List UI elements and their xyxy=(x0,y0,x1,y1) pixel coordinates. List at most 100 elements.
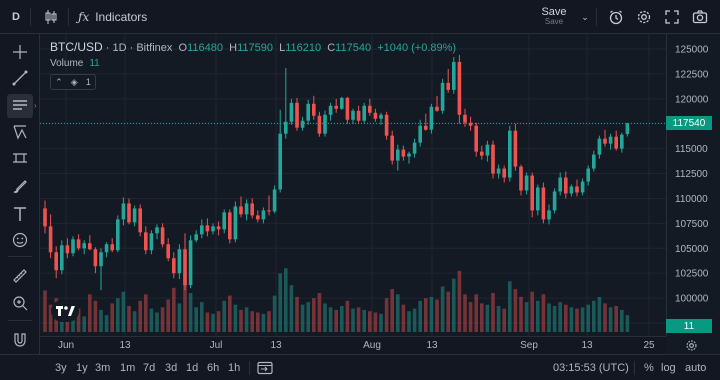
toolbar-divider xyxy=(30,8,31,26)
go-to-date-icon[interactable] xyxy=(257,361,273,375)
measure-tool[interactable] xyxy=(7,264,33,288)
candle xyxy=(272,185,277,214)
volume-label[interactable]: Volume xyxy=(50,58,83,69)
zoom-in-tool[interactable] xyxy=(7,291,33,315)
range-6h-button[interactable]: 6h xyxy=(207,362,219,374)
volume-bar xyxy=(368,311,372,332)
price-tick-label: 115000 xyxy=(675,144,708,155)
candle-body xyxy=(496,168,501,174)
auto-scale-button[interactable]: auto xyxy=(685,362,706,374)
symbol-search-button[interactable]: D xyxy=(6,0,26,34)
candle xyxy=(306,99,310,125)
legend-open-key: O xyxy=(178,42,188,54)
log-scale-button[interactable]: log xyxy=(661,362,676,374)
range-1m-button[interactable]: 1m xyxy=(120,362,135,374)
candle-body xyxy=(272,189,277,212)
text-tool[interactable] xyxy=(7,202,33,226)
camera-icon xyxy=(692,10,708,24)
volume-bar xyxy=(267,311,271,332)
percent-scale-button[interactable]: % xyxy=(644,362,654,374)
emoji-tool[interactable] xyxy=(7,228,33,252)
candle-body xyxy=(446,82,450,90)
candle-body xyxy=(110,244,114,251)
volume-bar xyxy=(261,313,266,332)
volume-legend: Volume 11 xyxy=(50,58,100,69)
candle-body xyxy=(289,102,294,122)
prediction-tool[interactable] xyxy=(7,146,33,170)
fullscreen-button[interactable] xyxy=(658,0,686,34)
candle xyxy=(188,235,193,289)
save-sublabel: Save xyxy=(544,17,564,26)
candle-body xyxy=(401,149,406,157)
time-axis[interactable]: Jun 13 Jul 13 Aug 13 Sep 13 25 xyxy=(40,336,666,354)
crosshair-tool[interactable] xyxy=(7,40,33,64)
trend-line-tool[interactable] xyxy=(7,66,33,90)
indicators-collapse-toggle[interactable]: ⌃ ◈ 1 xyxy=(50,74,96,90)
candle-body xyxy=(429,106,434,130)
volume-bar xyxy=(407,311,411,332)
volume-bar xyxy=(127,306,131,332)
fullscreen-icon xyxy=(665,10,679,24)
volume-bar xyxy=(205,312,210,332)
volume-bar xyxy=(440,286,445,332)
snapshot-button[interactable] xyxy=(686,0,714,34)
chart-type-button[interactable] xyxy=(40,0,62,34)
candle-body xyxy=(345,97,350,120)
toolbar-divider xyxy=(249,361,250,375)
legend-symbol[interactable]: BTC/USD xyxy=(50,40,103,54)
range-7d-button[interactable]: 7d xyxy=(143,362,155,374)
candle xyxy=(457,54,462,124)
indicators-button[interactable]: ƒx Indicators xyxy=(78,0,158,34)
candle xyxy=(43,200,47,234)
candle xyxy=(390,130,394,165)
magnet-tool[interactable] xyxy=(7,328,33,352)
tradingview-logo[interactable] xyxy=(51,300,79,322)
candle-body xyxy=(485,144,490,156)
chevron-right-icon[interactable]: › xyxy=(34,101,37,110)
settings-button[interactable] xyxy=(630,0,658,34)
volume-bar xyxy=(508,281,512,332)
candle xyxy=(144,226,148,255)
alert-button[interactable] xyxy=(602,0,630,34)
chart-pane[interactable] xyxy=(40,34,666,336)
candle-body xyxy=(132,208,137,223)
range-3m-button[interactable]: 3m xyxy=(95,362,110,374)
volume-bar xyxy=(373,312,378,332)
save-label: Save xyxy=(541,6,567,18)
save-menu-button[interactable]: ⌄ xyxy=(578,0,592,34)
candle-body xyxy=(239,206,243,215)
volume-bar xyxy=(424,298,428,332)
save-button[interactable]: Save Save xyxy=(532,0,576,34)
price-scale[interactable]: 1250001225001200001175001150001125001100… xyxy=(666,34,720,336)
range-3y-button[interactable]: 3y xyxy=(55,362,67,374)
candle-body xyxy=(65,245,70,254)
candle xyxy=(110,238,114,253)
volume-bar xyxy=(323,303,327,332)
volume-bar xyxy=(356,307,361,332)
axis-settings-button[interactable] xyxy=(682,336,700,354)
volume-bar xyxy=(317,293,322,332)
candle-body xyxy=(60,245,64,271)
range-1y-button[interactable]: 1y xyxy=(76,362,88,374)
volume-bar xyxy=(200,302,204,332)
candle xyxy=(625,122,630,137)
fib-tool[interactable] xyxy=(7,94,33,118)
volume-bar xyxy=(468,302,473,332)
brush-tool[interactable] xyxy=(7,174,33,198)
volume-bar xyxy=(188,293,193,332)
candle-body xyxy=(435,106,439,111)
volume-bar xyxy=(608,307,613,332)
pattern-tool[interactable] xyxy=(7,120,33,144)
candle xyxy=(334,98,338,113)
candle-body xyxy=(424,125,428,130)
range-3d-button[interactable]: 3d xyxy=(165,362,177,374)
candle xyxy=(452,56,456,94)
xabcd-pattern-icon xyxy=(13,125,27,140)
range-1d-button[interactable]: 1d xyxy=(186,362,198,374)
candle-body xyxy=(524,175,529,191)
candle xyxy=(205,218,210,237)
price-tick-label: 107500 xyxy=(675,219,709,230)
utc-clock[interactable]: 03:15:53 (UTC) xyxy=(553,362,629,374)
volume-bar xyxy=(519,296,523,332)
range-1h-button[interactable]: 1h xyxy=(228,362,240,374)
